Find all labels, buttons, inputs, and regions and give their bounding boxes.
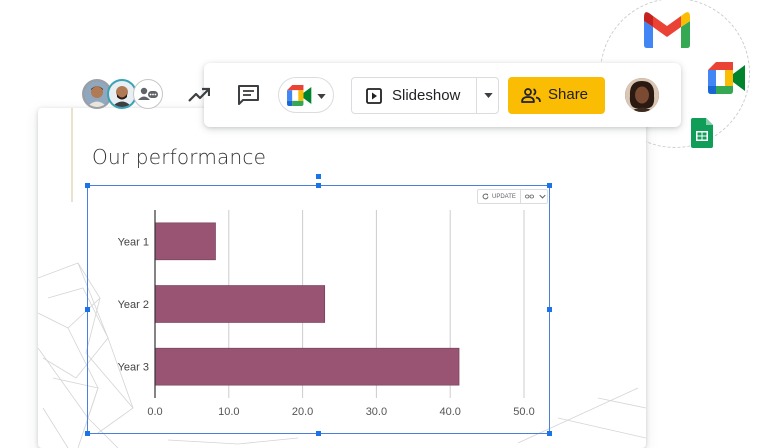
share-button[interactable]: Share bbox=[508, 77, 605, 114]
chart-category-label: Year 2 bbox=[118, 299, 149, 311]
play-icon bbox=[366, 88, 382, 104]
chart-update-button[interactable]: UPDATE bbox=[478, 190, 521, 203]
person-avatar-icon bbox=[625, 78, 659, 112]
chart-x-tick-label: 40.0 bbox=[439, 406, 460, 418]
chart-bar bbox=[154, 285, 326, 323]
people-icon bbox=[521, 88, 541, 103]
chevron-down-icon bbox=[539, 194, 546, 199]
google-meet-icon bbox=[708, 62, 745, 94]
slide-title[interactable]: Our performance bbox=[92, 145, 266, 169]
chart-tools: UPDATE bbox=[477, 189, 548, 204]
chart-category-label: Year 1 bbox=[118, 236, 149, 248]
slideshow-label: Slideshow bbox=[392, 87, 461, 104]
chart-x-tick-label: 20.0 bbox=[292, 406, 313, 418]
resize-handle-top[interactable] bbox=[316, 174, 321, 179]
share-label: Share bbox=[548, 86, 589, 103]
chart-bar bbox=[154, 347, 460, 386]
slideshow-button[interactable]: Slideshow bbox=[352, 78, 477, 113]
chart-x-tick-label: 10.0 bbox=[218, 406, 239, 418]
more-people-icon bbox=[138, 87, 158, 100]
gmail-icon bbox=[644, 12, 690, 48]
slide-accent-line bbox=[71, 108, 73, 202]
google-meet-icon bbox=[287, 85, 312, 106]
chart-link-options-button[interactable] bbox=[521, 190, 550, 203]
user-profile-avatar[interactable] bbox=[625, 78, 659, 112]
meet-call-button[interactable] bbox=[278, 77, 334, 113]
google-sheets-icon bbox=[691, 118, 713, 148]
link-icon bbox=[525, 194, 534, 199]
refresh-icon bbox=[482, 193, 489, 200]
caret-down-icon bbox=[484, 93, 493, 98]
chart-category-label: Year 3 bbox=[118, 362, 149, 374]
chart-x-tick-label: 30.0 bbox=[366, 406, 387, 418]
caret-down-icon bbox=[317, 94, 326, 99]
comment-icon[interactable] bbox=[237, 84, 260, 106]
chart-bar bbox=[154, 222, 216, 261]
slideshow-split-button: Slideshow bbox=[351, 77, 499, 114]
slideshow-options-dropdown[interactable] bbox=[477, 78, 499, 113]
activity-trend-icon[interactable] bbox=[188, 86, 210, 104]
chart-update-label: UPDATE bbox=[492, 193, 516, 200]
chart-x-tick-label: 0.0 bbox=[147, 406, 162, 418]
bar-chart[interactable]: 0.0 10.0 20.0 30.0 40.0 50.0 Year 1 Year 2 Year … bbox=[88, 186, 548, 432]
chart-x-tick-label: 50.0 bbox=[513, 406, 534, 418]
person-avatar-icon bbox=[109, 81, 135, 107]
more-collaborators-avatar[interactable] bbox=[133, 79, 163, 109]
